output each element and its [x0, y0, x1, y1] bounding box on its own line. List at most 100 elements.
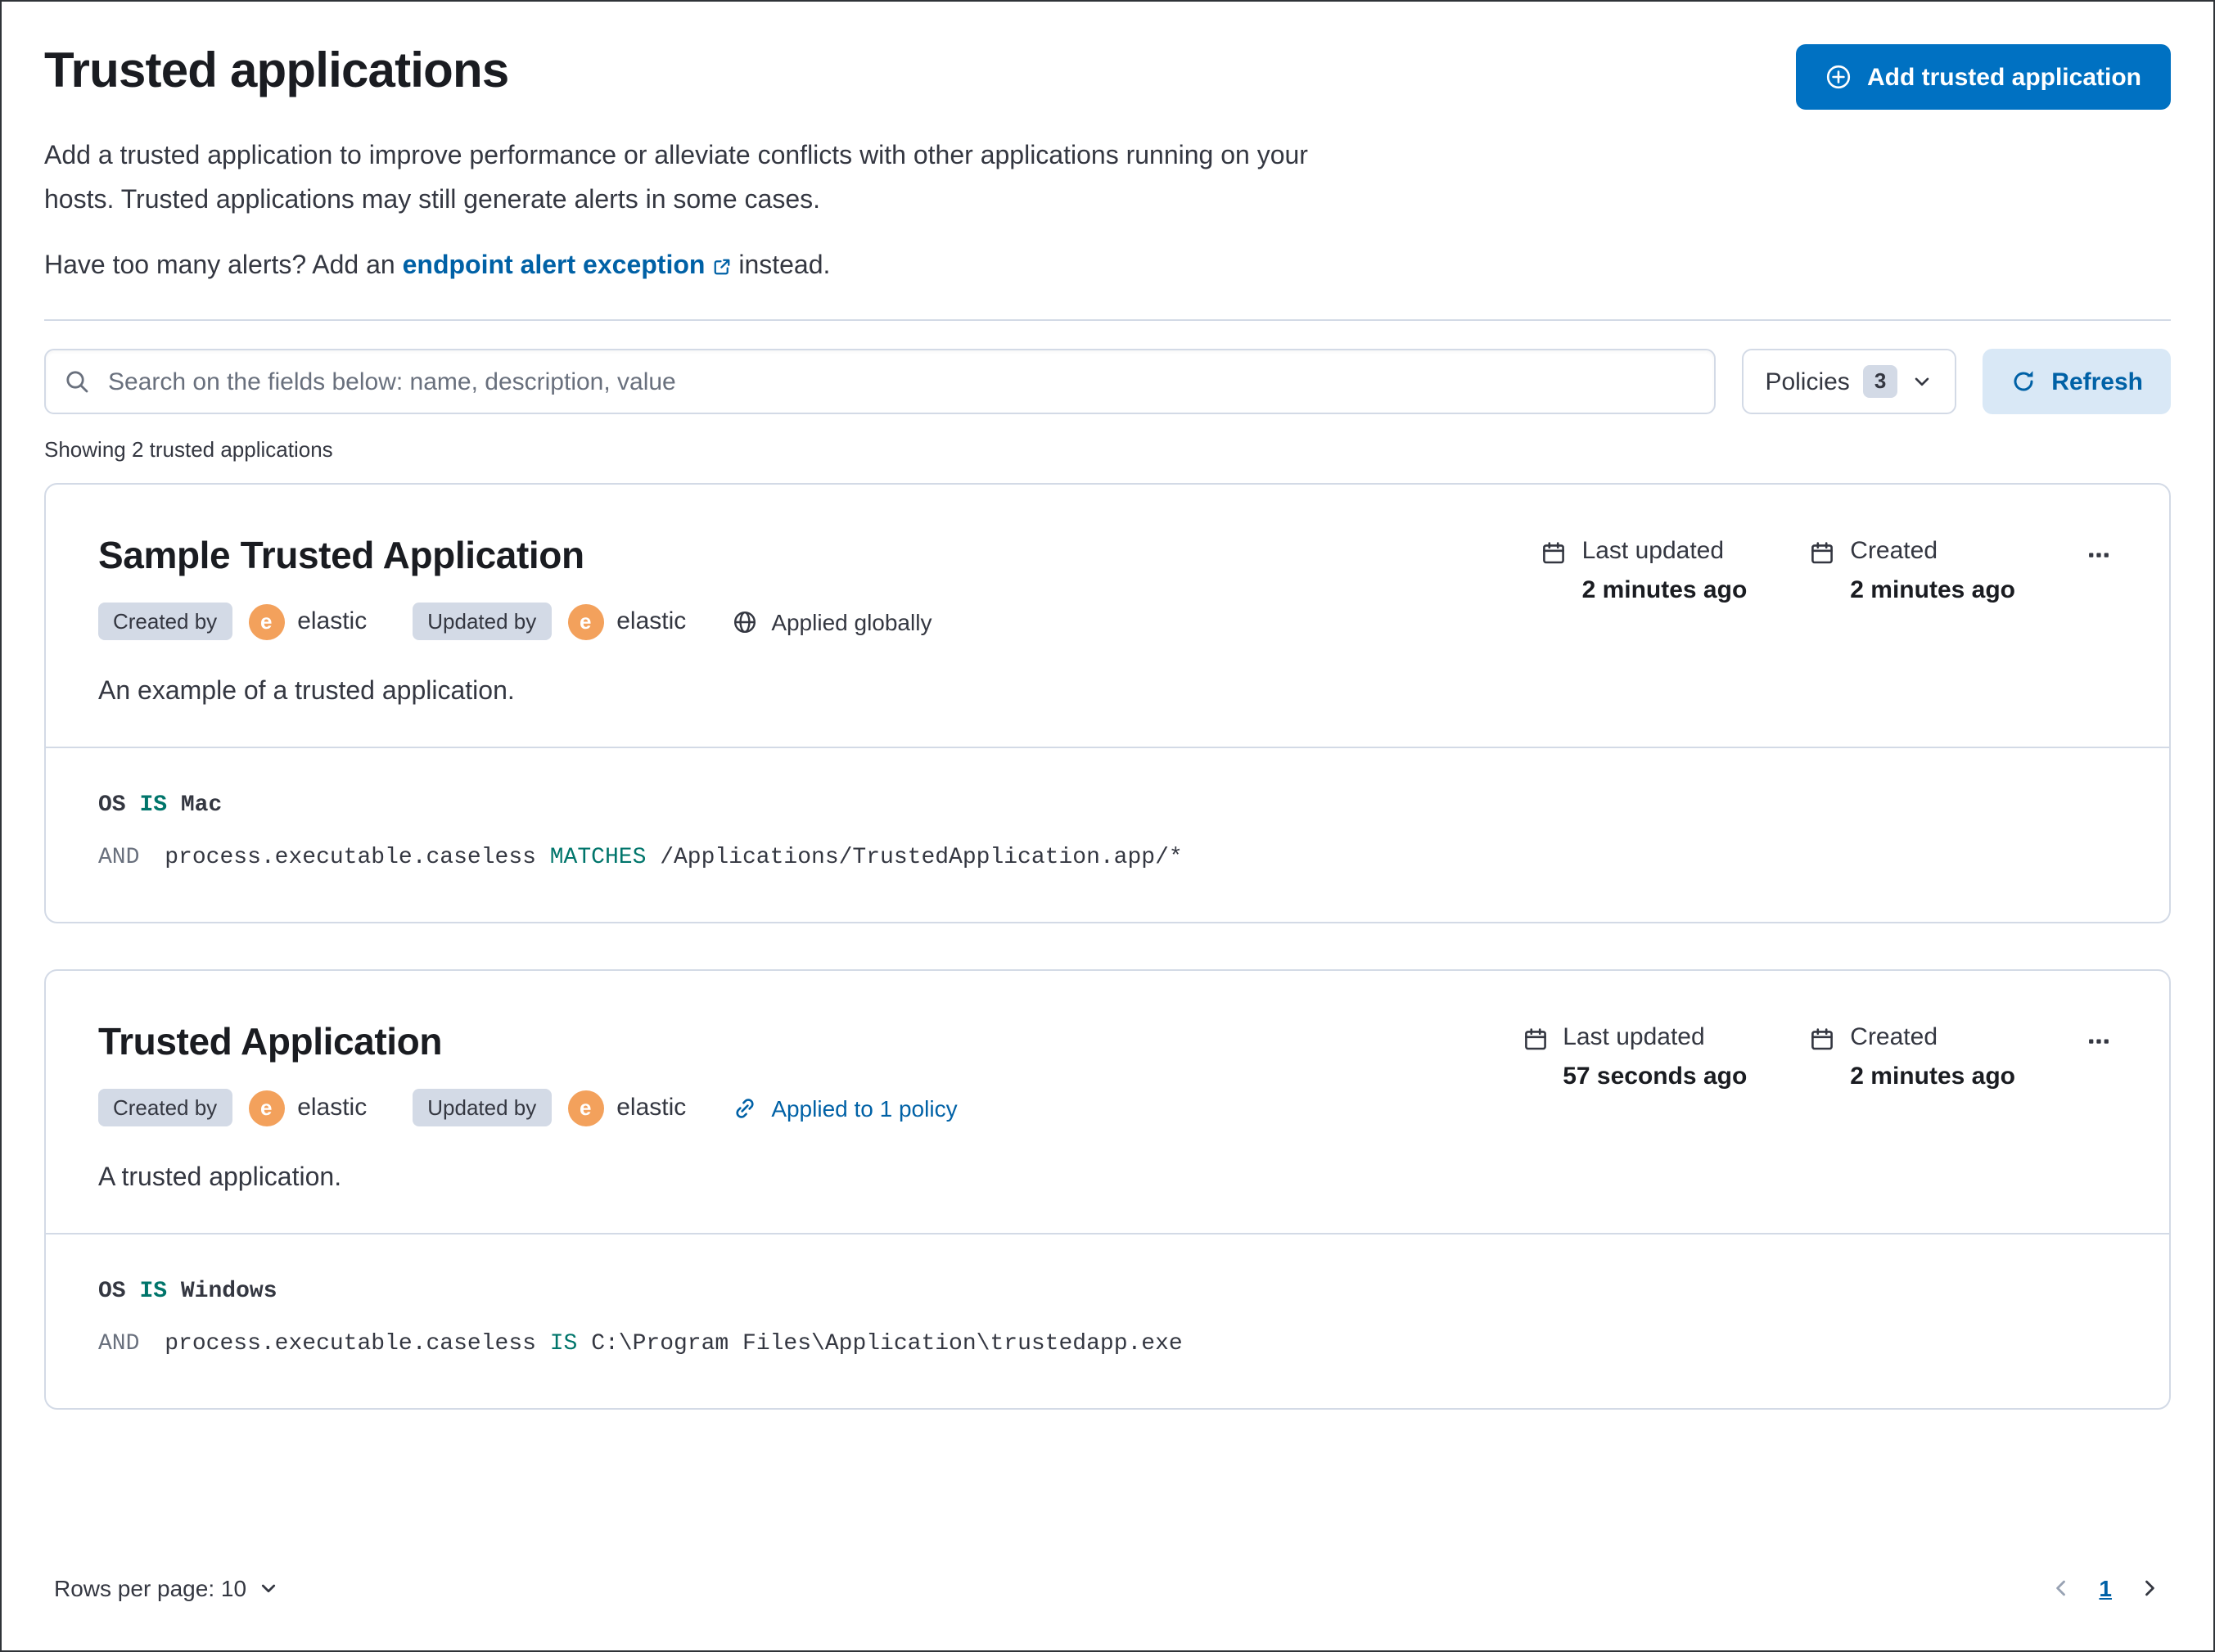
- condition-value: Mac: [180, 792, 223, 819]
- search-input[interactable]: [44, 349, 1717, 414]
- globe-icon: [732, 608, 758, 634]
- updated-by-user: elastic: [616, 607, 687, 635]
- updated-by-badge: Updated by: [413, 603, 552, 640]
- external-link-icon: [711, 257, 731, 277]
- condition-row: OS IS Mac: [98, 792, 2117, 819]
- chevron-down-icon: [258, 1578, 277, 1598]
- created-by-avatar: e: [248, 603, 285, 639]
- condition-conjunction: AND: [98, 1331, 140, 1357]
- scope-label: Applied globally: [771, 608, 932, 634]
- calendar-icon: [1809, 540, 1835, 566]
- plus-in-circle-icon: [1826, 64, 1852, 90]
- page-header: Trusted applications Add trusted applica…: [44, 44, 2171, 110]
- search-icon: [64, 368, 90, 395]
- link-icon: [732, 1095, 758, 1121]
- condition-field: process.executable.caseless: [165, 845, 536, 871]
- condition-value: /Applications/TrustedApplication.app/*: [660, 845, 1183, 871]
- refresh-icon: [2010, 368, 2037, 395]
- condition-operator: IS: [139, 1279, 168, 1305]
- alerts-hint-prefix: Have too many alerts? Add an: [44, 252, 403, 280]
- chevron-down-icon: [1910, 370, 1933, 393]
- last-updated: Last updated 2 minutes ago: [1541, 537, 1748, 604]
- card-badges: Created by e elastic Updated by e elasti…: [98, 603, 1502, 640]
- page-description: Add a trusted application to improve per…: [44, 142, 1308, 214]
- card-conditions: OS IS Windows AND process.executable.cas…: [46, 1234, 2169, 1408]
- page-number-1[interactable]: 1: [2099, 1575, 2112, 1601]
- calendar-icon: [1522, 1027, 1548, 1053]
- add-trusted-application-label: Add trusted application: [1866, 63, 2141, 91]
- card-actions-button[interactable]: [2081, 537, 2117, 573]
- trusted-app-card: Sample Trusted Application Created by e …: [44, 483, 2171, 923]
- condition-row: AND process.executable.caseless IS C:\Pr…: [98, 1331, 2117, 1357]
- card-header: Trusted Application Created by e elastic…: [46, 971, 2169, 1233]
- refresh-button[interactable]: Refresh: [1983, 349, 2171, 414]
- created-by-badge: Created by: [98, 1089, 232, 1126]
- policies-filter-button[interactable]: Policies 3: [1742, 349, 1957, 414]
- card-meta: Last updated 57 seconds ago Created 2 mi…: [1522, 1020, 2117, 1090]
- applied-globally: Applied globally: [732, 608, 932, 634]
- created-label: Created: [1850, 537, 1938, 565]
- card-title: Sample Trusted Application: [98, 534, 584, 576]
- refresh-label: Refresh: [2051, 368, 2143, 395]
- calendar-icon: [1809, 1027, 1835, 1053]
- page-title: Trusted applications: [44, 44, 509, 98]
- add-trusted-application-button[interactable]: Add trusted application: [1796, 44, 2171, 110]
- created-by-user: elastic: [297, 1094, 368, 1122]
- boxes-horizontal-icon: [2087, 544, 2110, 566]
- endpoint-alert-exception-link[interactable]: endpoint alert exception: [403, 247, 732, 287]
- last-updated-label: Last updated: [1581, 537, 1725, 565]
- last-updated-label: Last updated: [1563, 1023, 1705, 1051]
- rows-per-page-button[interactable]: Rows per page: 10: [54, 1575, 277, 1601]
- policies-filter-label: Policies: [1765, 368, 1850, 395]
- condition-field: OS: [98, 792, 126, 819]
- search-box: [44, 349, 1717, 414]
- created-value: 2 minutes ago: [1850, 576, 2015, 604]
- previous-page-icon[interactable]: [2050, 1577, 2073, 1600]
- pagination: 1: [2050, 1575, 2161, 1601]
- table-footer: Rows per page: 10 1: [44, 1575, 2171, 1621]
- updated-by-avatar: e: [567, 603, 604, 639]
- last-updated-value: 2 minutes ago: [1581, 576, 1748, 604]
- created: Created 2 minutes ago: [1809, 1023, 2015, 1090]
- card-header: Sample Trusted Application Created by e …: [46, 485, 2169, 747]
- next-page-icon[interactable]: [2138, 1577, 2161, 1600]
- applied-to-policy-link[interactable]: Applied to 1 policy: [732, 1095, 958, 1121]
- updated-by-user: elastic: [616, 1094, 687, 1122]
- created-label: Created: [1850, 1023, 1938, 1051]
- rows-per-page-label: Rows per page: 10: [54, 1575, 247, 1601]
- updated-by-badge: Updated by: [413, 1089, 552, 1126]
- last-updated: Last updated 57 seconds ago: [1522, 1023, 1747, 1090]
- updated-by-avatar: e: [567, 1090, 604, 1126]
- trusted-app-card: Trusted Application Created by e elastic…: [44, 969, 2171, 1410]
- card-badges: Created by e elastic Updated by e elasti…: [98, 1089, 1482, 1126]
- card-meta: Last updated 2 minutes ago Created 2 min…: [1541, 534, 2117, 604]
- condition-conjunction: AND: [98, 845, 140, 871]
- calendar-icon: [1541, 540, 1568, 566]
- header-divider: [44, 319, 2171, 321]
- last-updated-value: 57 seconds ago: [1563, 1063, 1748, 1090]
- card-description: A trusted application.: [98, 1164, 342, 1192]
- trusted-applications-page: Trusted applications Add trusted applica…: [0, 0, 2215, 1652]
- condition-value: Windows: [180, 1279, 277, 1305]
- alerts-hint-suffix: instead.: [731, 252, 831, 280]
- toolbar: Policies 3 Refresh: [44, 349, 2171, 414]
- created-value: 2 minutes ago: [1850, 1063, 2015, 1090]
- condition-operator: IS: [549, 1331, 578, 1357]
- condition-operator: MATCHES: [549, 845, 647, 871]
- created: Created 2 minutes ago: [1809, 537, 2015, 604]
- condition-row: OS IS Windows: [98, 1279, 2117, 1305]
- card-conditions: OS IS Mac AND process.executable.caseles…: [46, 748, 2169, 922]
- created-by-user: elastic: [297, 607, 368, 635]
- created-by-avatar: e: [248, 1090, 285, 1126]
- condition-value: C:\Program Files\Application\trustedapp.…: [591, 1331, 1183, 1357]
- card-actions-button[interactable]: [2081, 1023, 2117, 1059]
- condition-operator: IS: [139, 792, 168, 819]
- policies-count-badge: 3: [1862, 365, 1898, 398]
- boxes-horizontal-icon: [2087, 1030, 2110, 1053]
- card-description: An example of a trusted application.: [98, 678, 515, 706]
- alerts-hint: Have too many alerts? Add an endpoint al…: [44, 247, 2171, 287]
- card-title: Trusted Application: [98, 1020, 443, 1063]
- condition-row: AND process.executable.caseless MATCHES …: [98, 845, 2117, 871]
- condition-field: process.executable.caseless: [165, 1331, 536, 1357]
- condition-field: OS: [98, 1279, 126, 1305]
